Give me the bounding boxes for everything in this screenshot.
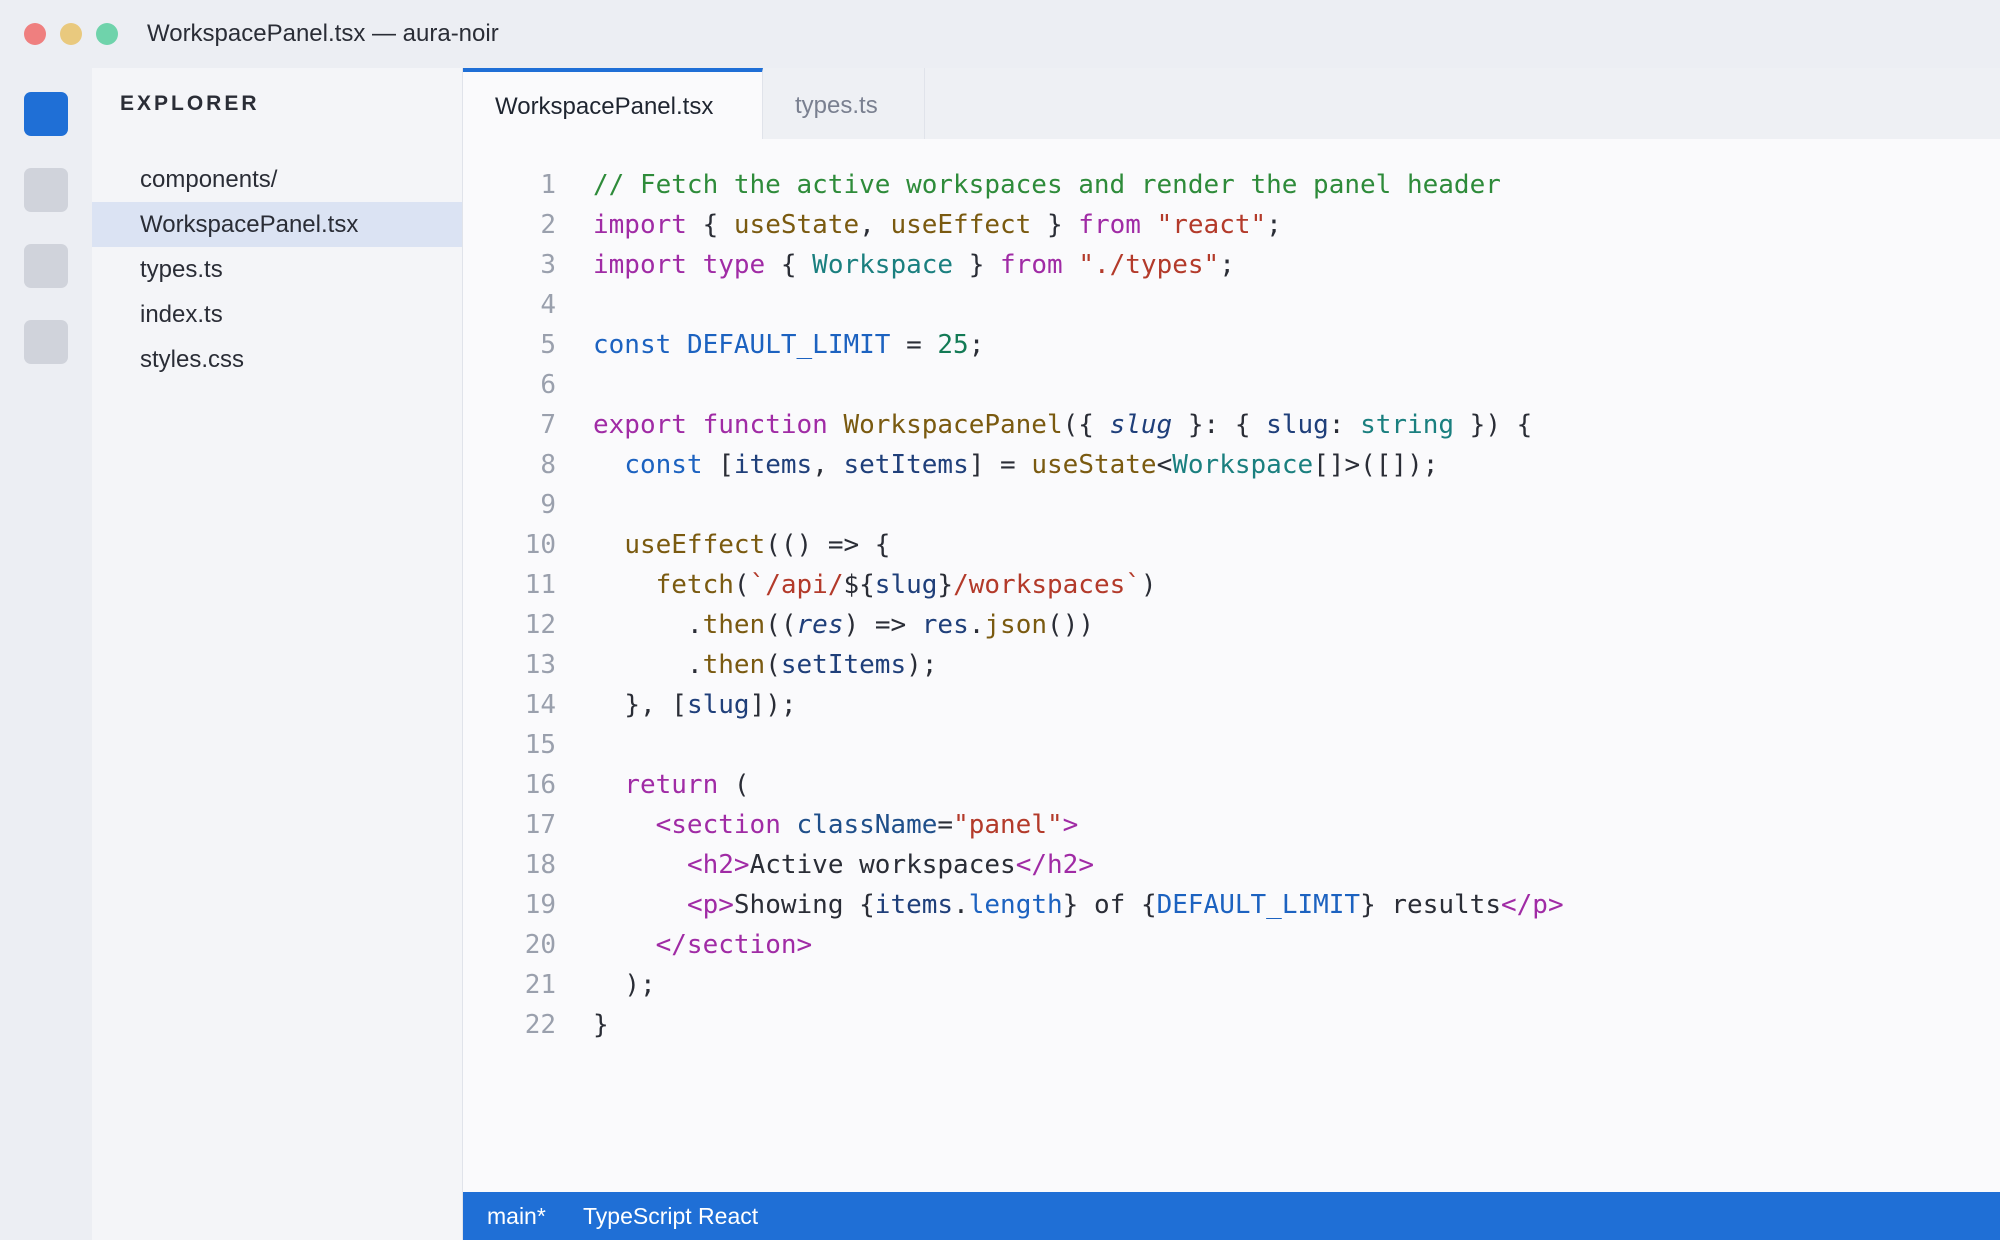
explorer-sidebar: EXPLORER components/ WorkspacePanel.tsx … bbox=[92, 68, 463, 1240]
line-content: fetch(`/api/${slug}/workspaces`) bbox=[655, 570, 1157, 600]
line-number: 3 bbox=[540, 250, 556, 280]
line-content: const [items, setItems] = useState<Works… bbox=[624, 450, 1439, 480]
line-number: 10 bbox=[524, 530, 556, 560]
tree-item-types[interactable]: types.ts bbox=[92, 247, 462, 292]
close-window-button[interactable] bbox=[24, 23, 46, 45]
line-content: export function WorkspacePanel({ slug }:… bbox=[593, 410, 1533, 440]
code-line: 8 const [items, setItems] = useState<Wor… bbox=[463, 445, 2000, 485]
tree-item-styles[interactable]: styles.css bbox=[92, 337, 462, 382]
line-content: <h2>Active workspaces</h2> bbox=[686, 850, 1094, 880]
code-line: 15 bbox=[463, 725, 2000, 765]
tree-item-components-folder[interactable]: components/ bbox=[92, 157, 462, 202]
code-line: 4 bbox=[463, 285, 2000, 325]
line-content: ); bbox=[624, 970, 656, 1000]
extensions-icon[interactable] bbox=[24, 320, 68, 364]
line-number: 14 bbox=[524, 690, 556, 720]
line-number: 1 bbox=[540, 170, 556, 200]
status-language[interactable]: TypeScript React bbox=[583, 1203, 758, 1230]
code-line: 18 <h2>Active workspaces</h2> bbox=[463, 845, 2000, 885]
code-line: 14 }, [slug]); bbox=[463, 685, 2000, 725]
tab-bar: WorkspacePanel.tsx types.ts bbox=[463, 68, 2000, 139]
line-content: const DEFAULT_LIMIT = 25; bbox=[593, 330, 985, 360]
line-number: 8 bbox=[540, 450, 556, 480]
code-line: 1 // Fetch the active workspaces and rend… bbox=[463, 165, 2000, 205]
code-area[interactable]: 1 // Fetch the active workspaces and rend… bbox=[463, 165, 2000, 1045]
code-line: 12 .then((res) => res.json()) bbox=[463, 605, 2000, 645]
explorer-icon[interactable] bbox=[24, 92, 68, 136]
line-number: 9 bbox=[540, 490, 556, 520]
code-line: 17 <section className="panel"> bbox=[463, 805, 2000, 845]
tree-item-index[interactable]: index.ts bbox=[92, 292, 462, 337]
code-line: 22} bbox=[463, 1005, 2000, 1045]
file-tree: components/ WorkspacePanel.tsx types.ts … bbox=[92, 157, 462, 382]
line-number: 18 bbox=[524, 850, 556, 880]
line-content: useEffect(() => { bbox=[624, 530, 891, 560]
code-line: 2 import { useState, useEffect } from "re… bbox=[463, 205, 2000, 245]
code-line: 16 return ( bbox=[463, 765, 2000, 805]
line-number: 6 bbox=[540, 370, 556, 400]
line-number: 15 bbox=[524, 730, 556, 760]
code-line: 20 </section> bbox=[463, 925, 2000, 965]
line-number: 19 bbox=[524, 890, 556, 920]
line-number: 4 bbox=[540, 290, 556, 320]
line-content: // Fetch the active workspaces and rende… bbox=[593, 170, 1501, 200]
code-line: 13 .then(setItems); bbox=[463, 645, 2000, 685]
code-line: 6 bbox=[463, 365, 2000, 405]
code-line: 3 import type { Workspace } from "./types… bbox=[463, 245, 2000, 285]
maximize-window-button[interactable] bbox=[96, 23, 118, 45]
line-number: 12 bbox=[524, 610, 556, 640]
line-content: import type { Workspace } from "./types"… bbox=[593, 250, 1235, 280]
line-number: 11 bbox=[524, 570, 556, 600]
line-number: 17 bbox=[524, 810, 556, 840]
explorer-title: EXPLORER bbox=[120, 92, 260, 115]
line-content: <p>Showing {items.length} of {DEFAULT_LI… bbox=[686, 890, 1564, 920]
line-content: import { useState, useEffect } from "rea… bbox=[593, 210, 1282, 240]
line-number: 16 bbox=[524, 770, 556, 800]
line-number: 2 bbox=[540, 210, 556, 240]
line-content: return ( bbox=[624, 770, 750, 800]
code-line: 7 export function WorkspacePanel({ slug }… bbox=[463, 405, 2000, 445]
code-line: 21 ); bbox=[463, 965, 2000, 1005]
editor-pane: WorkspacePanel.tsx types.ts 1 // Fetch th… bbox=[463, 68, 2000, 1192]
line-number: 5 bbox=[540, 330, 556, 360]
line-number: 13 bbox=[524, 650, 556, 680]
line-content: .then((res) => res.json()) bbox=[686, 610, 1094, 640]
code-line: 10 useEffect(() => { bbox=[463, 525, 2000, 565]
line-content: }, [slug]); bbox=[624, 690, 797, 720]
code-line: 11 fetch(`/api/${slug}/workspaces`) bbox=[463, 565, 2000, 605]
line-number: 22 bbox=[524, 1010, 556, 1040]
code-line: 5 const DEFAULT_LIMIT = 25; bbox=[463, 325, 2000, 365]
source-control-icon[interactable] bbox=[24, 244, 68, 288]
line-number: 7 bbox=[540, 410, 556, 440]
line-number: 21 bbox=[524, 970, 556, 1000]
line-content: .then(setItems); bbox=[686, 650, 938, 680]
window-title: WorkspacePanel.tsx — aura-noir bbox=[147, 20, 499, 47]
tab-workspacepanel[interactable]: WorkspacePanel.tsx bbox=[463, 68, 763, 139]
tab-types[interactable]: types.ts bbox=[763, 68, 925, 139]
line-content: <section className="panel"> bbox=[655, 810, 1079, 840]
line-content: } bbox=[593, 1010, 609, 1040]
code-line: 9 bbox=[463, 485, 2000, 525]
tree-item-workspacepanel[interactable]: WorkspacePanel.tsx bbox=[92, 202, 462, 247]
status-branch[interactable]: main* bbox=[487, 1203, 546, 1230]
line-content: </section> bbox=[655, 930, 813, 960]
status-bar: main* TypeScript React bbox=[463, 1192, 2000, 1240]
activity-bar bbox=[0, 68, 92, 1240]
minimize-window-button[interactable] bbox=[60, 23, 82, 45]
code-line: 19 <p>Showing {items.length} of {DEFAULT… bbox=[463, 885, 2000, 925]
title-bar: WorkspacePanel.tsx — aura-noir bbox=[0, 0, 2000, 68]
line-number: 20 bbox=[524, 930, 556, 960]
search-icon[interactable] bbox=[24, 168, 68, 212]
